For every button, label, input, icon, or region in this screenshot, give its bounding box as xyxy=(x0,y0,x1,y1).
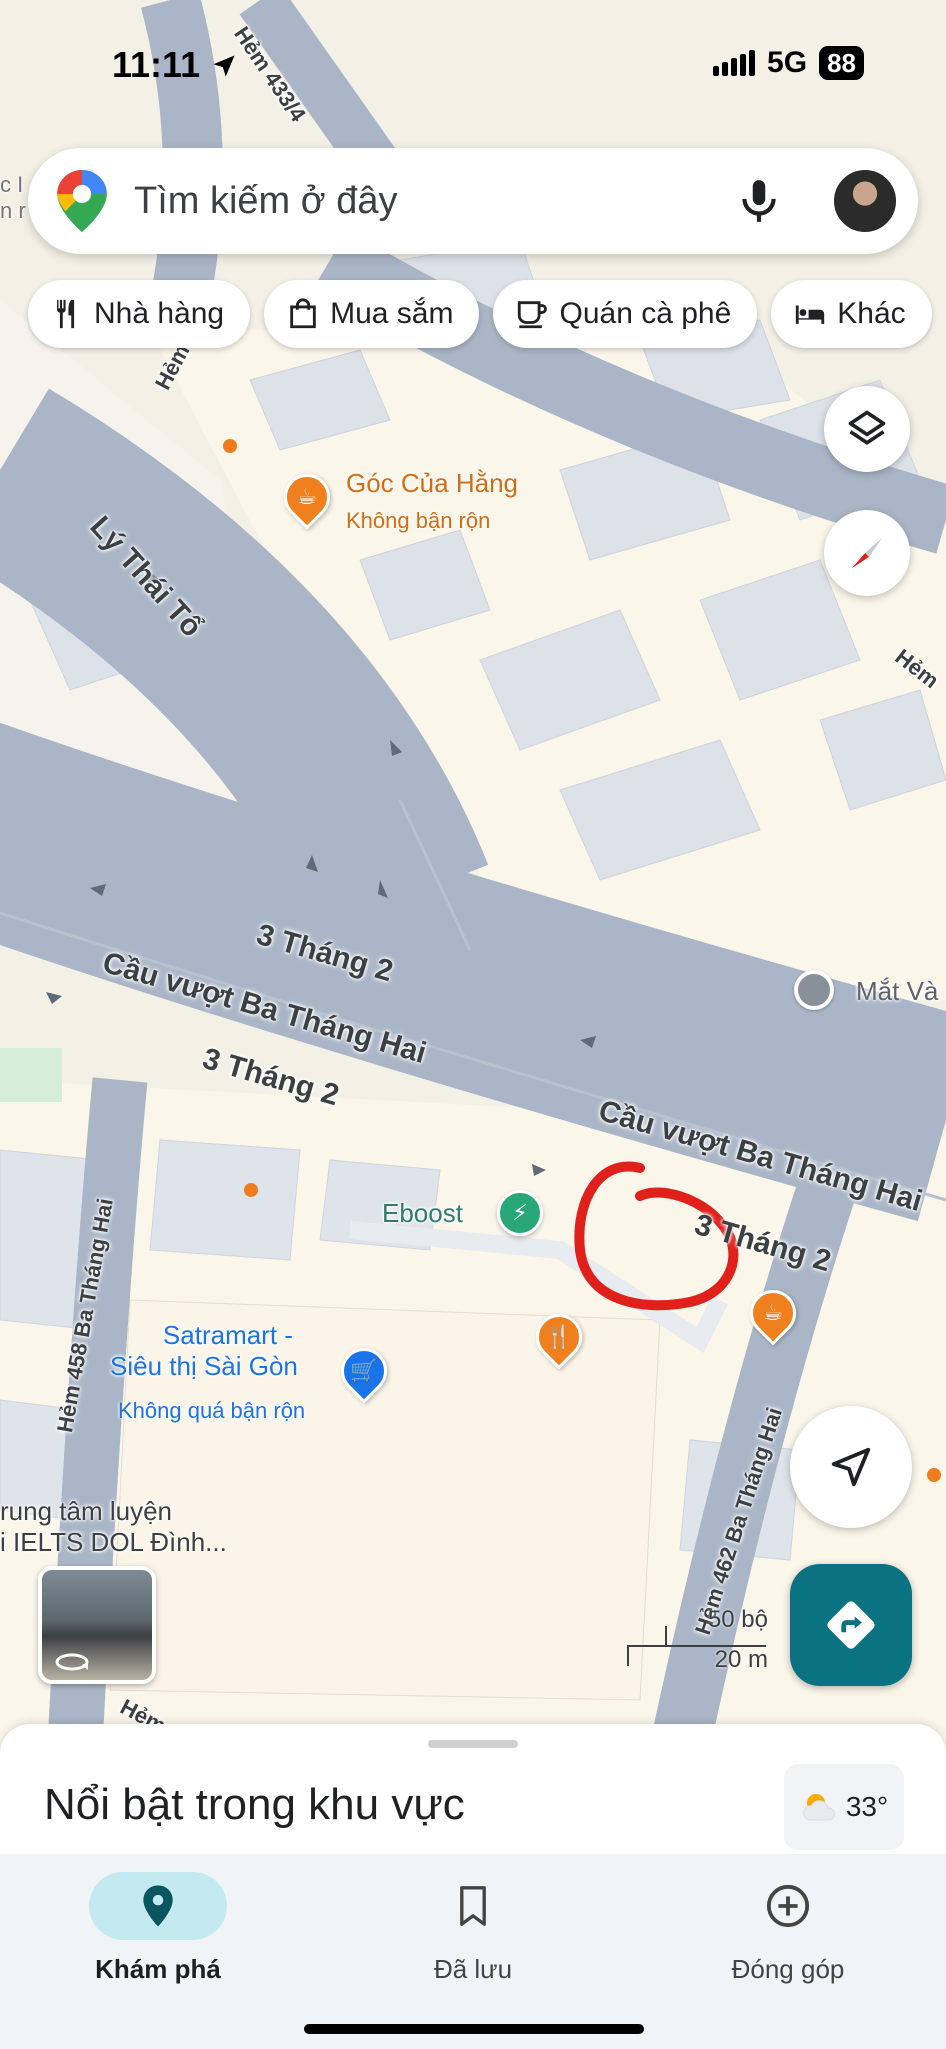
fork-knife-icon: 🍴 xyxy=(545,1324,573,1349)
poi-goc-cua-hang[interactable]: Góc Của Hằng xyxy=(346,468,518,499)
category-chips: Nhà hàng Mua sắm Quán cà phê Khác xyxy=(28,280,932,348)
poi-mat-vang[interactable]: Mắt Và xyxy=(856,976,938,1007)
poi-busyness: Không quá bận rộn xyxy=(118,1398,306,1423)
signal-icon xyxy=(713,50,756,76)
tab-explore[interactable]: Khám phá xyxy=(58,1864,258,2014)
google-maps-pin-icon xyxy=(57,170,107,232)
add-circle-icon xyxy=(766,1884,810,1928)
fork-knife-icon xyxy=(57,299,75,329)
location-arrow-icon xyxy=(213,55,235,77)
avatar[interactable] xyxy=(832,168,898,234)
layers-button[interactable] xyxy=(824,386,910,472)
tab-label: Đóng góp xyxy=(731,1954,845,1984)
chip-hotels[interactable]: Khác xyxy=(771,280,932,348)
scale-feet: 50 bộ xyxy=(707,1606,768,1633)
coffee-cup-icon xyxy=(518,301,548,329)
chip-label: Mua sắm xyxy=(330,297,454,330)
poi-pin-generic[interactable] xyxy=(794,970,834,1010)
bottom-navigation: Khám phá Đã lưu Đóng góp xyxy=(0,1854,946,2049)
status-indicators: 5G 88 xyxy=(713,46,864,80)
scale-meters: 20 m xyxy=(714,1646,768,1673)
directions-icon xyxy=(827,1601,875,1649)
location-pin-icon xyxy=(143,1885,173,1927)
compass-icon xyxy=(851,537,883,569)
tab-label: Đã lưu xyxy=(433,1954,513,1984)
lightning-icon: ⚡ xyxy=(512,1200,528,1225)
poi-busyness: Không bận rộn xyxy=(346,508,491,533)
explore-sheet[interactable]: Nổi bật trong khu vực 33° xyxy=(0,1724,946,1854)
tab-saved[interactable]: Đã lưu xyxy=(373,1864,573,2014)
shopping-cart-icon: 🛒 xyxy=(350,1358,378,1383)
layers-icon xyxy=(848,410,886,445)
status-time: 11:11 xyxy=(112,44,238,86)
compass-button[interactable] xyxy=(824,510,910,596)
chip-label: Quán cà phê xyxy=(559,297,732,330)
poi-eboost[interactable]: Eboost xyxy=(382,1198,463,1229)
bed-icon xyxy=(796,305,825,324)
navigation-arrow-icon xyxy=(831,1447,871,1487)
coffee-cup-icon: ☕ xyxy=(763,1300,783,1325)
weather-badge[interactable]: 33° xyxy=(784,1764,904,1850)
battery-indicator: 88 xyxy=(819,46,864,80)
tab-label: Khám phá xyxy=(95,1954,221,1984)
chip-label: Nhà hàng xyxy=(94,297,225,330)
chip-label: Khác xyxy=(837,297,906,330)
poi-satramart[interactable]: Satramart - Siêu thị Sài Gòn xyxy=(110,1320,298,1382)
chip-shopping[interactable]: Mua sắm xyxy=(264,280,480,348)
sheet-title: Nổi bật trong khu vực xyxy=(44,1780,465,1829)
chip-coffee[interactable]: Quán cà phê xyxy=(493,280,758,348)
coffee-cup-icon: ☕ xyxy=(297,484,317,509)
bookmark-icon xyxy=(460,1886,486,1926)
street-view-thumbnail[interactable] xyxy=(38,1566,156,1684)
temperature: 33° xyxy=(845,1791,889,1822)
poi-ielts-dol[interactable]: rung tâm luyện i IELTS DOL Đình... xyxy=(0,1496,227,1558)
home-indicator[interactable] xyxy=(304,2024,644,2034)
sheet-drag-handle[interactable] xyxy=(428,1740,518,1748)
search-input[interactable]: Tìm kiếm ở đây xyxy=(134,180,734,223)
poi-pin-eboost[interactable]: ⚡ xyxy=(497,1190,543,1236)
chip-restaurants[interactable]: Nhà hàng xyxy=(28,280,251,348)
map-scale: 50 bộ 20 m xyxy=(626,1606,776,1676)
shopping-bag-icon xyxy=(290,298,316,329)
search-bar[interactable]: Tìm kiếm ở đây xyxy=(28,148,918,254)
rotate-360-icon xyxy=(55,1653,89,1671)
tab-contribute[interactable]: Đóng góp xyxy=(688,1864,888,2014)
partly-cloudy-icon xyxy=(802,1794,835,1821)
my-location-button[interactable] xyxy=(790,1406,912,1528)
network-type: 5G xyxy=(767,46,808,79)
microphone-icon[interactable] xyxy=(734,176,784,226)
poi-partial-label: c I n r xyxy=(0,172,26,223)
directions-button[interactable] xyxy=(790,1564,912,1686)
